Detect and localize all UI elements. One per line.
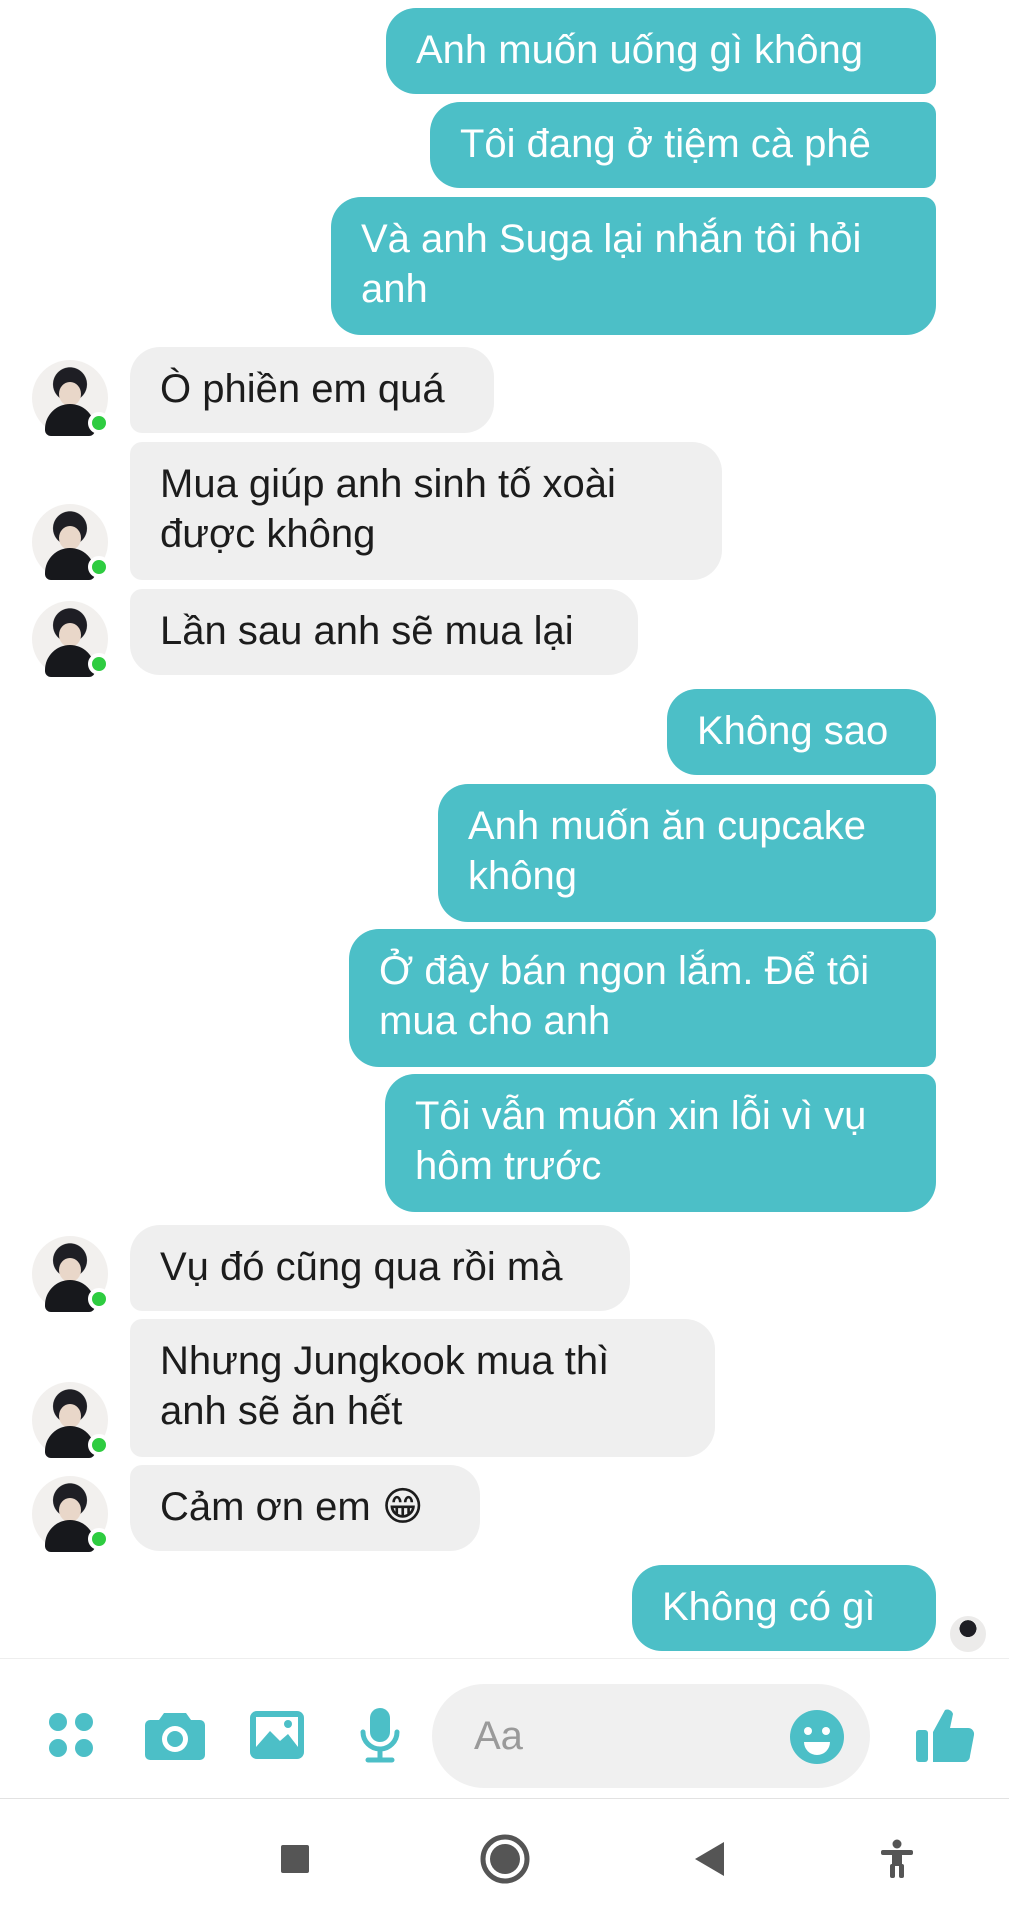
message-bubble-outgoing[interactable]: Tôi đang ở tiệm cà phê: [430, 102, 936, 188]
contact-avatar[interactable]: [32, 601, 110, 677]
online-indicator: [88, 1288, 110, 1310]
message-text: Mua giúp anh sinh tố xoài được không: [160, 462, 616, 556]
message-bubble-incoming[interactable]: Cảm ơn em 😁: [130, 1465, 480, 1551]
seen-avatar: [948, 1614, 988, 1654]
message-bubble-outgoing[interactable]: Anh muốn uống gì không: [386, 8, 936, 94]
square-recents-icon[interactable]: [262, 1826, 328, 1892]
message-text: Ò phiền em quá: [160, 367, 445, 411]
apps-icon[interactable]: [36, 1700, 106, 1770]
like-icon[interactable]: [910, 1700, 980, 1770]
message-text: Tôi vẫn muốn xin lỗi vì vụ hôm trước: [415, 1094, 867, 1188]
contact-avatar[interactable]: [32, 504, 110, 580]
contact-avatar[interactable]: [32, 1382, 110, 1458]
message-text: Nhưng Jungkook mua thì anh sẽ ăn hết: [160, 1339, 610, 1433]
message-bubble-outgoing[interactable]: Không sao: [667, 689, 936, 775]
message-text: Ở đây bán ngon lắm. Để tôi mua cho anh: [379, 949, 870, 1043]
accessibility-icon[interactable]: [864, 1826, 930, 1892]
microphone-icon[interactable]: [345, 1700, 415, 1770]
message-text: Và anh Suga lại nhắn tôi hỏi anh: [361, 217, 862, 311]
message-text: Không có gì: [662, 1585, 876, 1629]
message-bubble-incoming[interactable]: Nhưng Jungkook mua thì anh sẽ ăn hết: [130, 1319, 715, 1457]
message-bubble-outgoing[interactable]: Ở đây bán ngon lắm. Để tôi mua cho anh: [349, 929, 936, 1067]
message-input-placeholder: Aa: [474, 1714, 523, 1758]
message-text: Cảm ơn em 😁: [160, 1485, 424, 1529]
message-bubble-outgoing[interactable]: Và anh Suga lại nhắn tôi hỏi anh: [331, 197, 936, 335]
contact-avatar[interactable]: [32, 1236, 110, 1312]
message-text: Tôi đang ở tiệm cà phê: [460, 122, 871, 166]
message-text: Anh muốn ăn cupcake không: [468, 804, 867, 898]
contact-avatar[interactable]: [32, 1476, 110, 1552]
online-indicator: [88, 556, 110, 578]
message-text: Vụ đó cũng qua rồi mà: [160, 1245, 563, 1289]
message-bubble-outgoing[interactable]: Tôi vẫn muốn xin lỗi vì vụ hôm trước: [385, 1074, 936, 1212]
message-bubble-incoming[interactable]: Vụ đó cũng qua rồi mà: [130, 1225, 630, 1311]
online-indicator: [88, 412, 110, 434]
message-text: Anh muốn uống gì không: [416, 28, 864, 72]
message-bubble-outgoing[interactable]: Anh muốn ăn cupcake không: [438, 784, 936, 922]
online-indicator: [88, 653, 110, 675]
message-bubble-incoming[interactable]: Mua giúp anh sinh tố xoài được không: [130, 442, 722, 580]
camera-icon[interactable]: [140, 1700, 210, 1770]
message-bubble-incoming[interactable]: Ò phiền em quá: [130, 347, 494, 433]
online-indicator: [88, 1528, 110, 1550]
message-bubble-outgoing[interactable]: Không có gì: [632, 1565, 936, 1651]
online-indicator: [88, 1434, 110, 1456]
message-text: Lần sau anh sẽ mua lại: [160, 609, 574, 653]
message-bubble-incoming[interactable]: Lần sau anh sẽ mua lại: [130, 589, 638, 675]
contact-avatar[interactable]: [32, 360, 110, 436]
message-text: Không sao: [697, 709, 889, 753]
circle-home-icon[interactable]: [472, 1826, 538, 1892]
emoji-icon[interactable]: [782, 1702, 852, 1772]
triangle-back-icon[interactable]: [676, 1826, 742, 1892]
image-icon[interactable]: [242, 1700, 312, 1770]
